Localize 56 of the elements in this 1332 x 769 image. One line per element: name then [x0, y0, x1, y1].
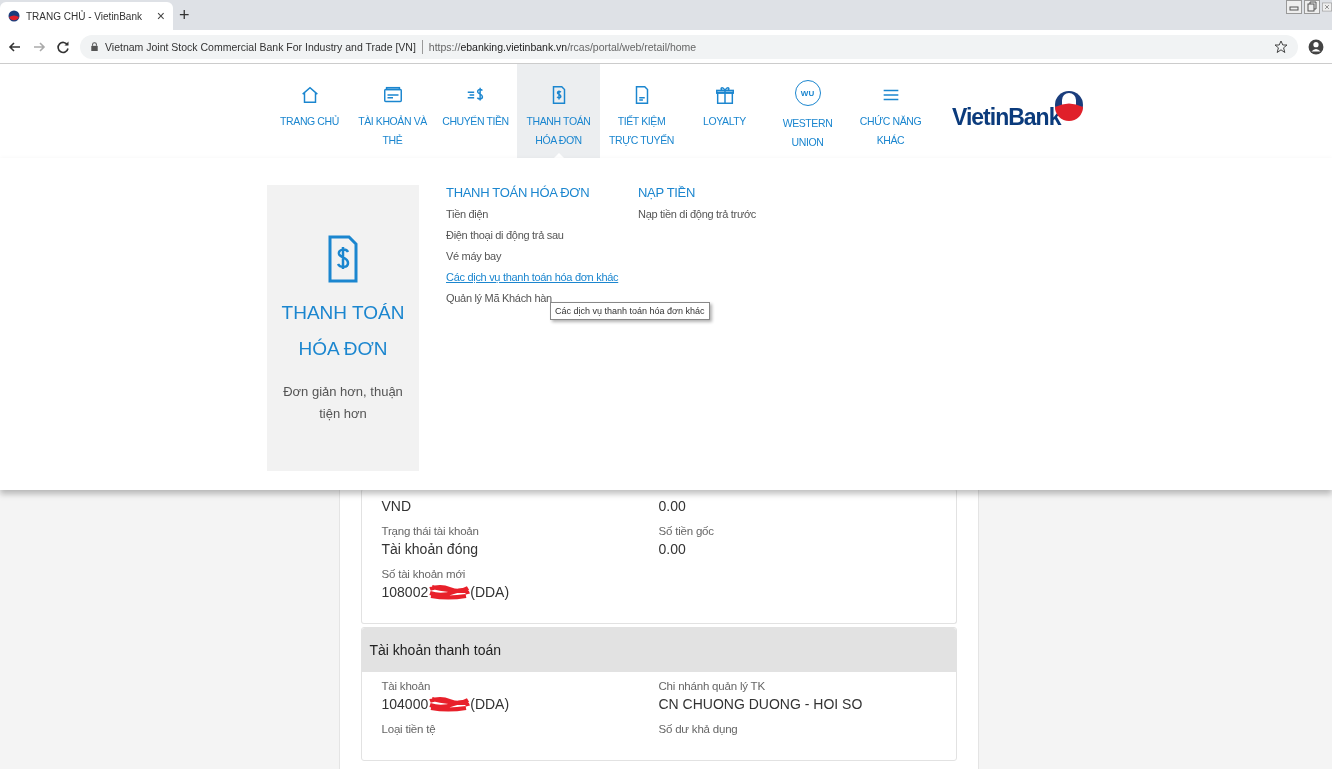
- field-label: Số dư khả dụng: [658, 723, 739, 735]
- redaction-scribble: [428, 584, 471, 600]
- nav-item[interactable]: TIẾT KIỆM TRỰC TUYẾN: [600, 64, 683, 158]
- field-label: Trạng thái tài khoản: [381, 525, 480, 537]
- field-label: Tài khoản: [381, 680, 432, 692]
- tab-title: TRANG CHỦ - VietinBank: [26, 10, 143, 22]
- menu-link[interactable]: Các dịch vụ thanh toán hóa đơn khác: [446, 271, 619, 283]
- field-value: CN CHUONG DUONG - HOI SO: [658, 696, 863, 712]
- account-type: (DDA): [470, 696, 510, 712]
- close-icon[interactable]: [1322, 0, 1332, 14]
- lock-icon: [90, 41, 99, 52]
- feature-subtitle: Đơn giản hơn, thuận tiện hơn: [282, 383, 404, 423]
- menu-link[interactable]: Vé máy bay: [446, 250, 502, 262]
- field-label: Số tài khoản mới: [381, 568, 467, 580]
- nav-item[interactable]: TRANG CHỦ: [268, 64, 351, 158]
- site-name: Vietnam Joint Stock Commercial Bank For Industry and Trade [VN]: [105, 40, 416, 53]
- field-value: VND: [381, 498, 412, 514]
- new-tab-button[interactable]: +: [179, 5, 190, 26]
- back-arrow-icon[interactable]: [8, 39, 22, 54]
- menu-link[interactable]: Quản lý Mã Khách hàn: [446, 292, 552, 304]
- nav-item[interactable]: CHUYỂN TIỀN: [434, 64, 517, 158]
- address-bar[interactable]: Vietnam Joint Stock Commercial Bank For Industry and Trade [VN] https://ebanking.vietinbank.vn/rcas/portal/web/retail/home: [80, 34, 1298, 59]
- dollar-document-icon: [327, 235, 359, 283]
- browser-tab[interactable]: TRANG CHỦ - VietinBank ×: [0, 2, 173, 30]
- url-text: https://ebanking.vietinbank.vn/rcas/portal/web/retail/home: [428, 40, 697, 53]
- field-value: 0.00: [658, 541, 686, 557]
- field-label: Số tiền gốc: [658, 525, 715, 537]
- menu-heading: THANH TOÁN HÓA ĐƠN: [446, 185, 590, 200]
- field-value: 104000: [381, 696, 429, 712]
- redaction-scribble: [428, 696, 471, 712]
- tooltip: Các dịch vụ thanh toán hóa đơn khác: [550, 302, 710, 320]
- reload-icon[interactable]: [56, 39, 70, 54]
- menu-link[interactable]: Tiền điện: [446, 208, 489, 220]
- nav-item[interactable]: WU WESTERN UNION: [766, 64, 849, 158]
- star-icon[interactable]: [1274, 39, 1288, 54]
- tab-close-button[interactable]: ×: [156, 8, 165, 24]
- menu-link[interactable]: Nạp tiền di động trả trước: [638, 208, 757, 220]
- restore-icon[interactable]: [1304, 0, 1320, 14]
- nav-item[interactable]: THANH TOÁN HÓA ĐƠN: [517, 64, 600, 158]
- nav-item[interactable]: LOYALTY: [683, 64, 766, 158]
- account-icon[interactable]: [1308, 38, 1324, 55]
- menu-link[interactable]: Điện thoại di động trả sau: [446, 229, 564, 241]
- nav-item[interactable]: TÀI KHOẢN VÀ THẺ: [351, 64, 434, 158]
- bank-logo-text: VietinBank: [952, 104, 1061, 131]
- card-header: Tài khoản thanh toán: [361, 628, 956, 672]
- menu-heading: NẠP TIỀN: [638, 185, 696, 200]
- field-label: Loại tiền tệ: [381, 723, 437, 735]
- feature-title: THANH TOÁN HÓA ĐƠN: [280, 301, 406, 361]
- field-value: 0.00: [658, 498, 686, 514]
- field-label: Chi nhánh quản lý TK: [658, 680, 766, 692]
- nav-item[interactable]: CHỨC NĂNG KHÁC: [849, 64, 932, 158]
- bank-favicon: [8, 10, 20, 22]
- account-type: (DDA): [470, 584, 510, 600]
- field-value: Tài khoản đóng: [381, 541, 479, 557]
- gift-icon: [713, 84, 736, 106]
- field-value: 108002: [381, 584, 429, 600]
